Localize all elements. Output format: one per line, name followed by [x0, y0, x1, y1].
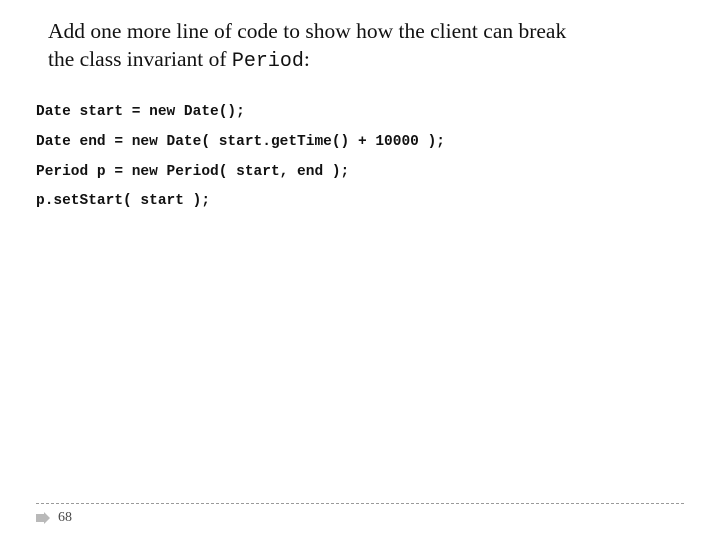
- slide-title: Add one more line of code to show how th…: [0, 0, 720, 74]
- title-code-word: Period: [232, 50, 304, 73]
- arrow-right-icon: [36, 512, 50, 524]
- slide-footer: 68: [0, 503, 720, 526]
- page-number-row: 68: [36, 510, 684, 526]
- code-snippet: Date start = new Date(); Date end = new …: [0, 74, 720, 217]
- footer-divider: [36, 503, 684, 504]
- code-line-3: Period p = new Period( start, end );: [36, 164, 349, 180]
- code-line-1: Date start = new Date();: [36, 104, 245, 120]
- code-line-4: p.setStart( start );: [36, 193, 210, 209]
- code-line-2: Date end = new Date( start.getTime() + 1…: [36, 134, 445, 150]
- slide: Add one more line of code to show how th…: [0, 0, 720, 540]
- title-line-1: Add one more line of code to show how th…: [48, 19, 566, 43]
- page-number: 68: [58, 510, 72, 526]
- title-line-2-suffix: :: [304, 47, 310, 71]
- title-line-2-prefix: the class invariant of: [48, 47, 232, 71]
